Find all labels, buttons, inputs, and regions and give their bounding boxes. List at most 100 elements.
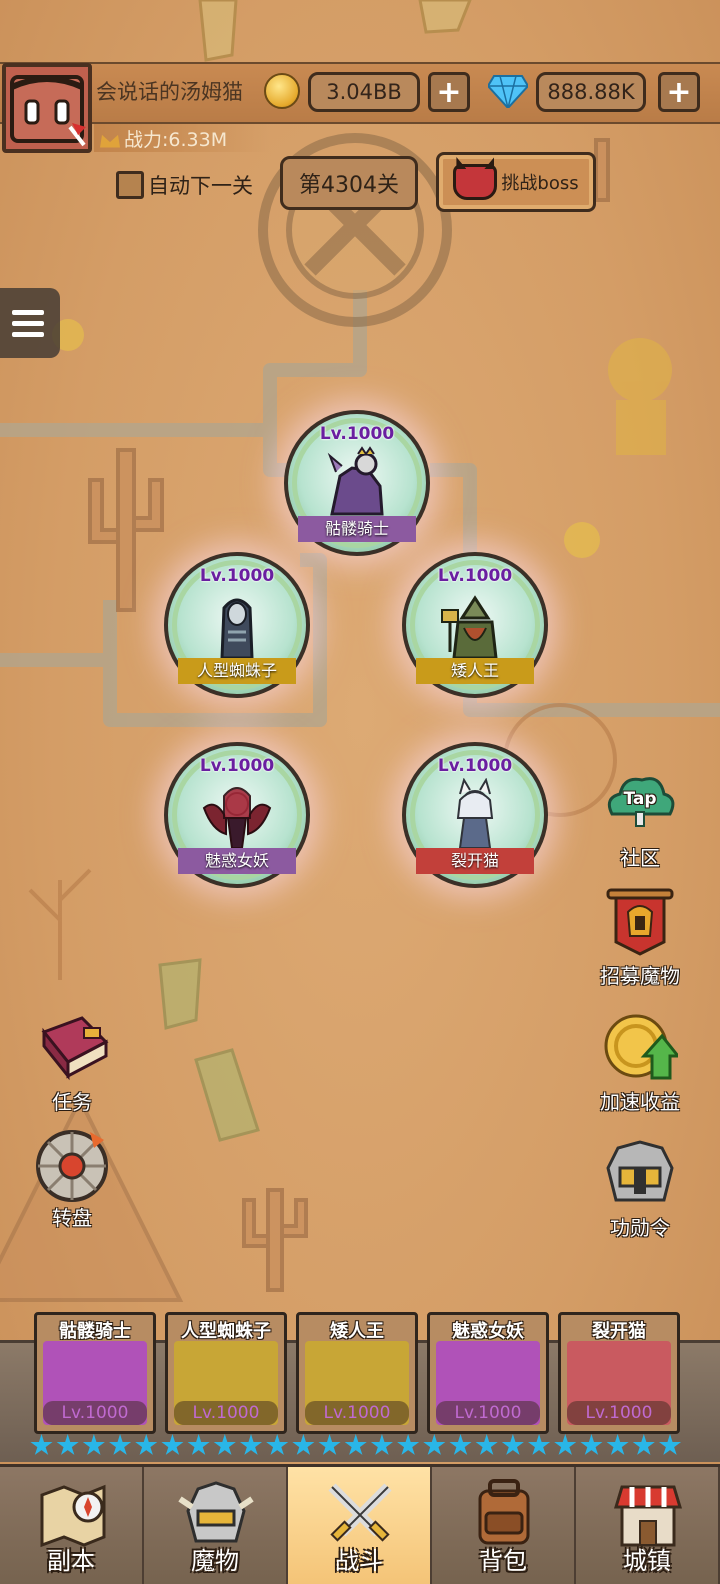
nav-label: 副本 bbox=[47, 1547, 95, 1575]
team-member-level: Lv.1000 bbox=[174, 1401, 278, 1425]
star-icon bbox=[266, 1434, 289, 1455]
star-icon bbox=[135, 1434, 158, 1455]
quest-book-icon bbox=[34, 1012, 110, 1082]
current-stage: 第4304关 bbox=[280, 156, 418, 210]
backpack-icon bbox=[478, 1479, 530, 1545]
gold-coin-icon bbox=[264, 73, 300, 109]
hero-level: Lv.1000 bbox=[437, 566, 513, 586]
team-member-name: 裂开猫 bbox=[592, 1321, 646, 1342]
star-icon bbox=[239, 1434, 263, 1455]
star-icon bbox=[501, 1434, 524, 1455]
hero-name: 人型蜘蛛子 bbox=[178, 658, 296, 684]
lucky-wheel-label: 转盘 bbox=[52, 1206, 92, 1230]
hero-name: 魅惑女妖 bbox=[178, 848, 296, 874]
team-member-card[interactable]: 裂开猫 Lv.1000 bbox=[558, 1312, 680, 1434]
player-avatar[interactable] bbox=[2, 63, 92, 153]
star-icon bbox=[397, 1434, 420, 1455]
star-icon bbox=[82, 1434, 105, 1455]
menu-icon-line bbox=[12, 320, 44, 326]
hero-slot[interactable]: Lv.1000 矮人王 bbox=[402, 552, 548, 698]
menu-icon-line bbox=[12, 309, 44, 315]
community-button[interactable]: Tap 社区 bbox=[590, 768, 690, 871]
monster-helmet-icon bbox=[178, 1481, 254, 1543]
team-star-ratings bbox=[30, 1434, 682, 1457]
merit-order-label: 功勋令 bbox=[610, 1216, 670, 1240]
hero-slot[interactable]: Lv.1000 裂开猫 bbox=[402, 742, 548, 888]
dwarf-king-icon bbox=[441, 595, 498, 660]
hero-name: 骷髅骑士 bbox=[298, 516, 416, 542]
combat-power-value: 战力:6.33M bbox=[124, 129, 228, 151]
succubus-icon bbox=[202, 787, 272, 849]
star-icon bbox=[370, 1434, 393, 1455]
hero-level: Lv.1000 bbox=[437, 756, 513, 776]
team-member-card[interactable]: 魅惑女妖 Lv.1000 bbox=[427, 1312, 549, 1434]
star-icon bbox=[109, 1434, 132, 1455]
hero-level: Lv.1000 bbox=[199, 756, 275, 776]
star-icon bbox=[30, 1434, 53, 1455]
star-icon bbox=[632, 1434, 655, 1455]
team-member-card[interactable]: 矮人王 Lv.1000 bbox=[296, 1312, 418, 1434]
star-icon bbox=[658, 1434, 682, 1455]
diamond-icon bbox=[488, 75, 528, 108]
merit-order-button[interactable]: 功勋令 bbox=[590, 1138, 690, 1241]
skeleton-knight-icon bbox=[327, 446, 384, 516]
star-icon bbox=[318, 1434, 341, 1455]
team-member-name: 魅惑女妖 bbox=[452, 1321, 524, 1342]
boss-demon-icon bbox=[453, 164, 498, 200]
star-icon bbox=[449, 1434, 472, 1455]
auto-next-checkbox[interactable] bbox=[116, 171, 144, 199]
hero-slot[interactable]: Lv.1000 魅惑女妖 bbox=[164, 742, 310, 888]
spider-girl-icon bbox=[220, 598, 254, 660]
recruit-banner-icon bbox=[602, 886, 678, 956]
nav-tab-dungeon[interactable]: 副本 bbox=[0, 1467, 144, 1584]
tap-icon-text: Tap bbox=[623, 789, 656, 809]
hero-level: Lv.1000 bbox=[199, 566, 275, 586]
star-icon bbox=[475, 1434, 498, 1455]
map-compass-icon bbox=[40, 1484, 106, 1548]
bottom-navigation: 副本 魔物 战斗 背包 城镇 bbox=[0, 1464, 720, 1584]
helmet-medal-icon bbox=[602, 1138, 678, 1208]
lucky-wheel-button[interactable]: 转盘 bbox=[22, 1128, 122, 1231]
team-member-card[interactable]: 骷髅骑士 Lv.1000 bbox=[34, 1312, 156, 1434]
tap-cloud-icon: Tap bbox=[602, 768, 678, 838]
gold-amount: 3.04BB bbox=[308, 72, 420, 112]
town-shop-icon bbox=[613, 1485, 683, 1547]
nav-tab-town[interactable]: 城镇 bbox=[576, 1467, 720, 1584]
team-member-name: 人型蜘蛛子 bbox=[181, 1321, 271, 1342]
nav-tab-backpack[interactable]: 背包 bbox=[432, 1467, 576, 1584]
star-icon bbox=[187, 1434, 210, 1455]
hero-name: 裂开猫 bbox=[416, 848, 534, 874]
quest-button[interactable]: 任务 bbox=[22, 1012, 122, 1115]
challenge-boss-button[interactable]: 挑战boss bbox=[436, 152, 596, 212]
menu-button[interactable] bbox=[0, 288, 60, 358]
star-icon bbox=[56, 1434, 79, 1455]
star-icon bbox=[213, 1434, 236, 1455]
crown-icon bbox=[100, 134, 120, 148]
crossed-swords-icon bbox=[328, 1483, 392, 1542]
team-member-card[interactable]: 人型蜘蛛子 Lv.1000 bbox=[165, 1312, 287, 1434]
challenge-boss-label: 挑战boss bbox=[501, 173, 579, 194]
hero-level: Lv.1000 bbox=[319, 424, 395, 444]
nav-label: 背包 bbox=[479, 1547, 527, 1575]
auto-next-label: 自动下一关 bbox=[148, 174, 253, 198]
auto-next-toggle[interactable]: 自动下一关 bbox=[116, 170, 253, 200]
recruit-monster-label: 招募魔物 bbox=[600, 964, 680, 988]
speed-up-income-button[interactable]: 加速收益 bbox=[590, 1012, 690, 1115]
hero-name: 矮人王 bbox=[416, 658, 534, 684]
team-member-level: Lv.1000 bbox=[567, 1401, 671, 1425]
nav-label: 战斗 bbox=[335, 1547, 383, 1575]
wheel-icon bbox=[34, 1128, 110, 1202]
nav-tab-battle[interactable]: 战斗 bbox=[288, 1467, 432, 1584]
hero-slot[interactable]: Lv.1000 骷髅骑士 bbox=[284, 410, 430, 556]
speed-up-income-label: 加速收益 bbox=[600, 1090, 680, 1114]
star-icon bbox=[423, 1434, 446, 1455]
nav-tab-monsters[interactable]: 魔物 bbox=[144, 1467, 288, 1584]
recruit-monster-button[interactable]: 招募魔物 bbox=[590, 886, 690, 989]
player-name: 会说话的汤姆猫 bbox=[96, 80, 243, 104]
add-gold-button[interactable]: + bbox=[428, 72, 470, 112]
hero-slot[interactable]: Lv.1000 人型蜘蛛子 bbox=[164, 552, 310, 698]
star-icon bbox=[580, 1434, 603, 1455]
team-member-level: Lv.1000 bbox=[436, 1401, 540, 1425]
add-gems-button[interactable]: + bbox=[658, 72, 700, 112]
nav-label: 魔物 bbox=[191, 1547, 239, 1575]
